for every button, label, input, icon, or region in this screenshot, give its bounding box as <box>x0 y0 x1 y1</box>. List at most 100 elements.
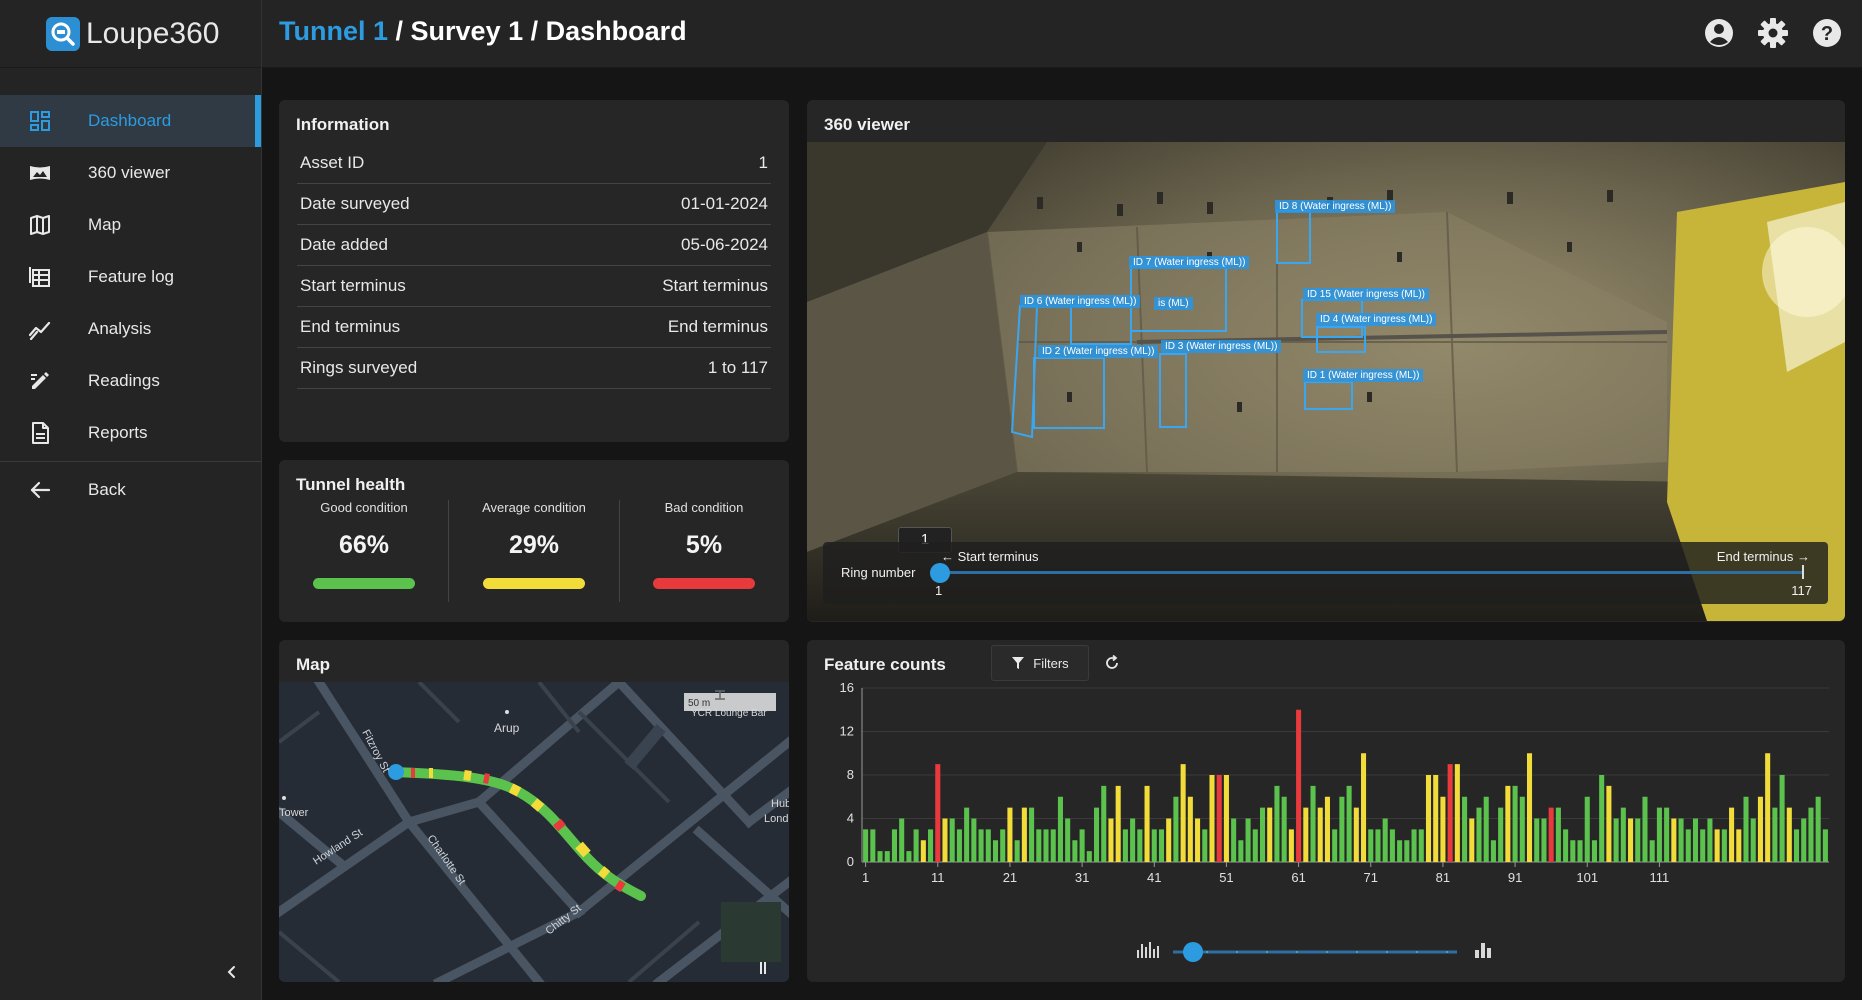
help-icon[interactable]: ? <box>1810 16 1844 50</box>
map-card: Map 50 m Arup YCR Lounge Bar Tower Hub L… <box>279 640 789 982</box>
chart-bar <box>1649 840 1655 862</box>
feature-counts-title: Feature counts <box>824 655 946 674</box>
detection-label[interactable]: ID 2 (Water ingress (ML)) <box>1038 345 1159 358</box>
map-view[interactable]: 50 m Arup YCR Lounge Bar Tower Hub Lond … <box>279 682 789 982</box>
top-bar: Loupe360 Tunnel 1 / Survey 1 / Dashboard… <box>0 0 1862 68</box>
chart-x-tick-label: 21 <box>1003 870 1017 885</box>
chart-bar <box>1411 829 1417 862</box>
sidebar-nav: Dashboard 360 viewer Map Feature log Ana… <box>0 95 261 516</box>
chart-bar <box>1664 807 1670 862</box>
breadcrumb: Tunnel 1 / Survey 1 / Dashboard <box>279 16 687 47</box>
sidebar-item-label: Reports <box>88 423 148 442</box>
sidebar-item-feature-log[interactable]: Feature log <box>0 251 261 303</box>
table-icon <box>28 265 52 289</box>
chart-bar <box>920 840 926 862</box>
chart-bar <box>1577 840 1583 862</box>
chart-bar <box>1498 807 1504 862</box>
chart-y-tick-label: 12 <box>840 724 854 739</box>
panorama-view[interactable]: ID 8 (Water ingress (ML)) ID 7 (Water in… <box>807 142 1845 621</box>
chart-bar <box>1382 818 1388 862</box>
chart-bar <box>1815 796 1821 862</box>
refresh-button[interactable] <box>1101 652 1123 674</box>
account-icon[interactable] <box>1702 16 1736 50</box>
chart-bar <box>1339 796 1345 862</box>
chart-bar <box>1072 840 1078 862</box>
chart-bar <box>1065 818 1071 862</box>
sidebar-item-reports[interactable]: Reports <box>0 407 261 459</box>
chart-y-tick-label: 16 <box>840 680 854 695</box>
detection-label[interactable]: ID 7 (Water ingress (ML)) <box>1129 256 1250 269</box>
chart-bar <box>1296 709 1302 862</box>
chart-bar <box>1281 796 1287 862</box>
loupe-logo-icon <box>46 17 80 51</box>
bars-dense-icon <box>1137 942 1159 958</box>
information-card: Information Asset ID 1 Date surveyed 01-01… <box>279 100 789 442</box>
chart-bar <box>884 851 890 862</box>
chart-bar <box>1007 807 1013 862</box>
start-terminus-label: ← Start terminus <box>941 549 1039 564</box>
info-row-date-added: Date added 05-06-2024 <box>297 225 771 266</box>
sidebar-item-readings[interactable]: Readings <box>0 355 261 407</box>
detection-label[interactable]: ID 3 (Water ingress (ML)) <box>1161 340 1282 353</box>
chart-bar <box>1541 818 1547 862</box>
chart-bar <box>1130 818 1136 862</box>
chart-bar <box>1743 796 1749 862</box>
chart-bar <box>1505 785 1511 862</box>
chart-bar <box>1822 829 1828 862</box>
settings-gear-icon[interactable] <box>1756 16 1790 50</box>
chart-bar <box>1794 829 1800 862</box>
health-divider <box>619 500 620 602</box>
health-average-value: 29% <box>508 531 560 559</box>
brand[interactable]: Loupe360 <box>0 0 262 68</box>
health-average: Average condition 29% <box>454 500 614 589</box>
detection-label[interactable]: ID 1 (Water ingress (ML)) <box>1303 369 1424 382</box>
ring-slider-thumb[interactable] <box>930 563 950 583</box>
health-bad-label: Bad condition <box>664 500 744 515</box>
chart-bar <box>1187 796 1193 862</box>
sidebar-item-360-viewer[interactable]: 360 viewer <box>0 147 261 199</box>
sidebar-item-map[interactable]: Map <box>0 199 261 251</box>
breadcrumb-tunnel[interactable]: Tunnel 1 <box>279 16 388 46</box>
detection-label[interactable]: ID 6 (Water ingress (ML)) <box>1020 295 1141 308</box>
breadcrumb-survey[interactable]: Survey 1 <box>411 16 524 46</box>
chart-bar <box>1021 807 1027 862</box>
chart-bar <box>891 829 897 862</box>
chart-bar <box>1628 818 1634 862</box>
sidebar-item-back[interactable]: Back <box>0 464 261 516</box>
detection-label[interactable]: ID 15 (Water ingress (ML)) <box>1303 288 1429 301</box>
ring-slider-panel: Ring number ← Start terminus End terminu… <box>823 542 1828 604</box>
information-table: Asset ID 1 Date surveyed 01-01-2024 Date a… <box>297 143 771 389</box>
chart-bar <box>1267 807 1273 862</box>
ring-slider-track[interactable] <box>939 571 1803 574</box>
ring-slider-end-mark <box>1802 565 1804 579</box>
breadcrumb-current: Dashboard <box>545 16 687 46</box>
health-good-bar <box>313 578 415 589</box>
filters-button[interactable]: Filters <box>991 645 1089 681</box>
detection-label[interactable]: is (ML) <box>1154 297 1193 310</box>
info-value: 1 to 117 <box>707 358 768 377</box>
detection-label[interactable]: ID 4 (Water ingress (ML)) <box>1316 313 1437 326</box>
chart-bar <box>1317 807 1323 862</box>
map-label-hub: Hub <box>771 798 789 810</box>
chart-bar <box>1043 829 1049 862</box>
filter-icon <box>1012 657 1025 669</box>
chart-bar <box>1772 807 1778 862</box>
health-bad: Bad condition 5% <box>624 500 784 589</box>
chart-y-tick-label: 4 <box>847 811 854 826</box>
chart-bar <box>1584 796 1590 862</box>
sidebar-item-label: Feature log <box>88 267 174 286</box>
chart-bar <box>1324 796 1330 862</box>
sidebar-item-analysis[interactable]: Analysis <box>0 303 261 355</box>
collapse-sidebar-button[interactable] <box>220 960 244 984</box>
detection-label[interactable]: ID 8 (Water ingress (ML)) <box>1275 200 1396 213</box>
chart-x-tick-label: 71 <box>1364 870 1378 885</box>
health-bad-value: 5% <box>685 531 723 559</box>
info-key: Date added <box>300 235 388 254</box>
health-average-label: Average condition <box>482 500 586 515</box>
zoom-slider-thumb <box>1183 942 1203 962</box>
sidebar-item-dashboard[interactable]: Dashboard <box>0 95 261 147</box>
tunnel-health-card: Tunnel health Good condition 66% Average… <box>279 460 789 622</box>
chart-bar <box>935 764 941 862</box>
feature-counts-chart[interactable]: 04812161 11 21 31 41 51 61 71 81 91 101 111 <box>807 680 1845 940</box>
chart-bar <box>956 829 962 862</box>
